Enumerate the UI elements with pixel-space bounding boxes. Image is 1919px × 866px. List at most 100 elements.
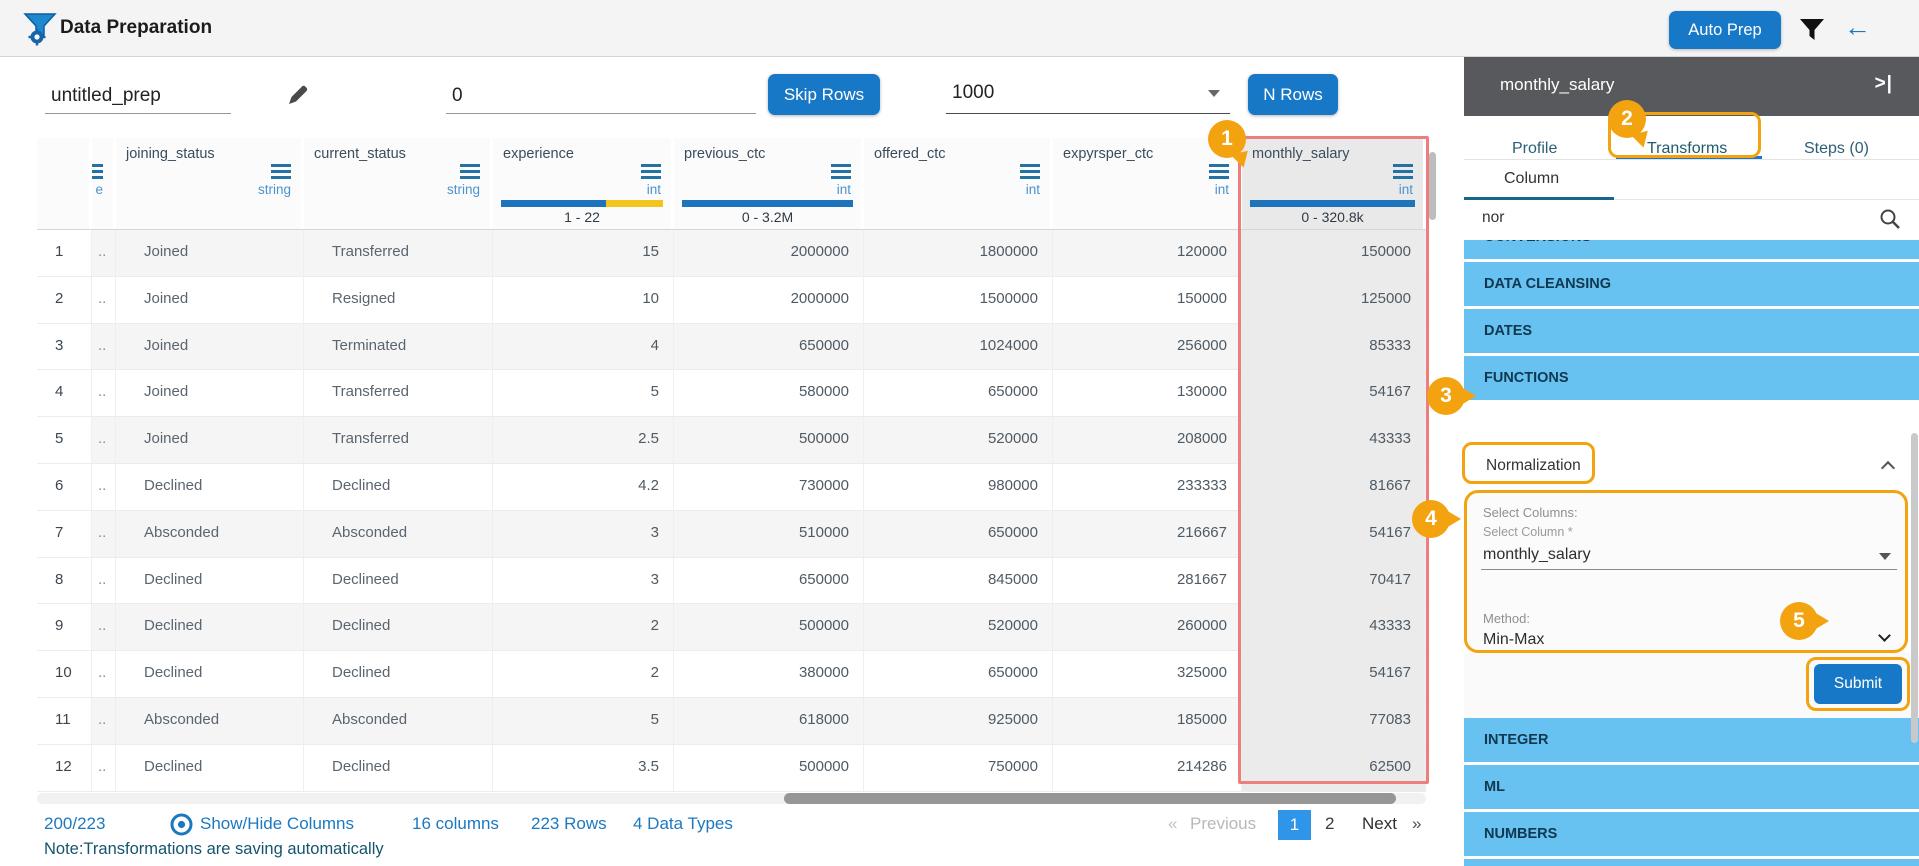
vertical-scrollbar-thumb[interactable] [1429, 152, 1436, 220]
column-menu-icon[interactable] [271, 164, 291, 179]
eye-icon[interactable] [170, 813, 193, 836]
table-row: 3..JoinedTerminated465000010240002560008… [37, 324, 1426, 371]
pagination-first[interactable]: « [1168, 814, 1177, 834]
column-select-value[interactable]: monthly_salary [1483, 546, 1591, 564]
skip-rows-input[interactable] [446, 78, 756, 114]
n-rows-button[interactable]: N Rows [1248, 74, 1338, 115]
table-cell-experience: 4 [493, 324, 674, 370]
pagination-page-1-active[interactable]: 1 [1278, 810, 1311, 840]
table-row: 6..DeclinedDeclined4.2730000980000233333… [37, 464, 1426, 511]
table-cell-expyrsper_ctc: 214286 [1053, 745, 1242, 791]
column-label: offered_ctc [874, 146, 945, 162]
column-menu-icon[interactable] [460, 164, 480, 179]
table-row: 11..AbscondedAbsconded561800092500018500… [37, 698, 1426, 745]
table-cell-idx: 12 [37, 745, 92, 791]
pagination-previous[interactable]: Previous [1190, 814, 1256, 834]
column-menu-icon[interactable] [831, 164, 851, 179]
prep-name-input[interactable] [45, 78, 231, 114]
column-header-current_status[interactable]: current_statusstring [304, 138, 493, 229]
pagination-last[interactable]: » [1412, 814, 1421, 834]
table-cell-current_status: Absconded [304, 511, 493, 557]
category-conversions[interactable]: CONVERSIONS [1464, 240, 1919, 259]
table-cell-expyrsper_ctc: 216667 [1053, 511, 1242, 557]
table-cell-offered_ctc: 650000 [864, 370, 1053, 416]
table-cell-current_status: Resigned [304, 277, 493, 323]
annotation-badge-1: 1 [1208, 120, 1246, 158]
pagination-page-2[interactable]: 2 [1325, 814, 1334, 834]
edit-pencil-icon[interactable] [285, 84, 309, 108]
table-cell-monthly_salary: 54167 [1242, 651, 1426, 697]
category-ml[interactable]: ML [1464, 765, 1919, 809]
category-data-cleansing[interactable]: DATA CLEANSING [1464, 262, 1919, 306]
data-types-count: 4 Data Types [633, 814, 733, 834]
tab-profile[interactable]: Profile [1512, 140, 1557, 158]
table-cell-previous_ctc: 730000 [674, 464, 864, 510]
table-cell-previous_ctc: 650000 [674, 324, 864, 370]
column-menu-icon[interactable] [92, 164, 103, 179]
show-hide-columns-link[interactable]: Show/Hide Columns [200, 814, 354, 834]
table-cell-current_status: Declined [304, 464, 493, 510]
select-chevron-icon[interactable] [1878, 629, 1891, 642]
table-cell-offered_ctc: 750000 [864, 745, 1053, 791]
auto-prep-button[interactable]: Auto Prep [1669, 11, 1781, 49]
category-functions[interactable]: FUNCTIONS [1464, 356, 1919, 400]
submit-button[interactable]: Submit [1814, 664, 1902, 704]
column-header-stub[interactable]: e [92, 138, 116, 229]
column-header-idx[interactable] [37, 138, 92, 229]
column-header-joining_status[interactable]: joining_statusstring [116, 138, 304, 229]
table-cell-experience: 4.2 [493, 464, 674, 510]
table-row: 7..AbscondedAbsconded3510000650000216667… [37, 511, 1426, 558]
category-numbers[interactable]: NUMBERS [1464, 812, 1919, 856]
sidebar-scrollbar-thumb[interactable] [1911, 433, 1918, 743]
subtab-column[interactable]: Column [1504, 170, 1559, 188]
rows-count: 223 Rows [531, 814, 607, 834]
column-type-label: int [837, 182, 851, 197]
back-arrow-icon[interactable]: ← [1844, 12, 1871, 43]
categories-below: INTEGERMLNUMBERS STRING [1464, 718, 1919, 866]
column-menu-icon[interactable] [1209, 164, 1229, 179]
annotation-badge-2: 2 [1608, 100, 1646, 138]
n-rows-select[interactable]: 1000 [946, 74, 1230, 114]
category-integer[interactable]: INTEGER [1464, 718, 1919, 762]
chevron-up-icon[interactable] [1881, 461, 1895, 475]
column-header-experience[interactable]: experienceint1 - 22 [493, 138, 674, 229]
table-cell-monthly_salary: 81667 [1242, 464, 1426, 510]
table-cell-current_status: Terminated [304, 324, 493, 370]
collapse-panel-icon[interactable]: >| [1875, 73, 1893, 95]
dropdown-caret-icon[interactable] [1879, 553, 1891, 560]
search-input-value[interactable]: nor [1482, 209, 1504, 227]
table-cell-offered_ctc: 1800000 [864, 230, 1053, 276]
category-normalization-expanded[interactable]: Normalization [1464, 446, 1919, 487]
table-cell-expyrsper_ctc: 233333 [1053, 464, 1242, 510]
column-menu-icon[interactable] [1020, 164, 1040, 179]
category-string[interactable]: STRING [1464, 859, 1919, 866]
horizontal-scrollbar-thumb[interactable] [784, 793, 1396, 804]
column-menu-icon[interactable] [641, 164, 661, 179]
table-cell-experience: 5 [493, 370, 674, 416]
column-header-monthly_salary[interactable]: monthly_salaryint0 - 320.8k [1242, 138, 1426, 229]
category-clipped-wrap: CONVERSIONS [1464, 240, 1919, 259]
pagination-next[interactable]: Next [1362, 814, 1397, 834]
sidebar-subtab-row: Column [1464, 160, 1919, 200]
search-icon[interactable] [1879, 208, 1901, 230]
column-distribution-bar [501, 200, 663, 207]
table-cell-monthly_salary: 150000 [1242, 230, 1426, 276]
table-cell-expyrsper_ctc: 130000 [1053, 370, 1242, 416]
skip-rows-button[interactable]: Skip Rows [768, 74, 880, 115]
table-cell-idx: 2 [37, 277, 92, 323]
column-menu-icon[interactable] [1393, 164, 1413, 179]
tab-steps[interactable]: Steps (0) [1804, 140, 1869, 158]
table-cell-idx: 1 [37, 230, 92, 276]
method-select-value[interactable]: Min-Max [1483, 631, 1544, 649]
category-dates[interactable]: DATES [1464, 309, 1919, 353]
column-header-offered_ctc[interactable]: offered_ctcint [864, 138, 1053, 229]
table-cell-experience: 2.5 [493, 417, 674, 463]
column-header-previous_ctc[interactable]: previous_ctcint0 - 3.2M [674, 138, 864, 229]
table-cell-current_status: Declined [304, 651, 493, 697]
filter-icon[interactable] [1799, 18, 1825, 42]
normalization-label: Normalization [1486, 457, 1581, 475]
transform-search[interactable]: nor [1464, 200, 1919, 240]
page-title: Data Preparation [60, 17, 212, 39]
table-cell-experience: 2 [493, 651, 674, 697]
column-distribution-bar [682, 200, 853, 207]
